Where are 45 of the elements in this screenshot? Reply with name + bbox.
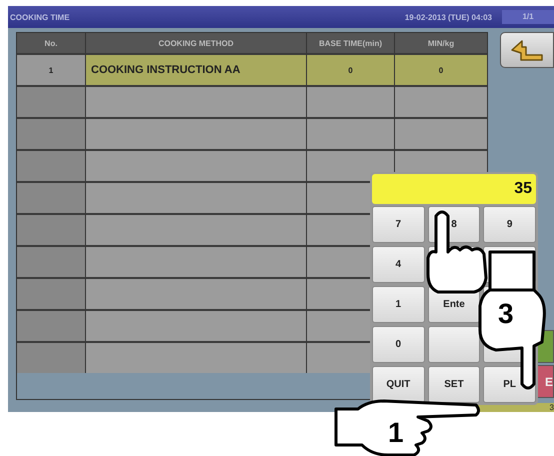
table-cell[interactable] <box>86 117 307 149</box>
keypad-key[interactable] <box>428 326 480 363</box>
table-cell[interactable] <box>395 85 487 117</box>
table-cell[interactable]: 1 <box>17 53 86 85</box>
back-button[interactable] <box>500 32 554 68</box>
keypad-key[interactable]: 4 <box>372 246 425 283</box>
keypad-key[interactable]: 1 <box>372 286 425 323</box>
column-header: COOKING METHOD <box>86 33 307 53</box>
table-cell[interactable] <box>307 85 395 117</box>
page-indicator: 1/1 <box>502 10 554 24</box>
table-cell[interactable] <box>395 117 487 149</box>
date-time: 19-02-2013 (TUE) 04:03 <box>404 12 492 22</box>
table-cell[interactable] <box>17 341 86 373</box>
keypad-key[interactable]: 9 <box>483 206 536 243</box>
table-cell[interactable] <box>307 149 395 181</box>
numeric-display: 35 <box>372 174 536 204</box>
column-header: No. <box>17 33 86 53</box>
column-header: MIN/kg <box>395 33 487 53</box>
column-header: BASE TIME(min) <box>307 33 395 53</box>
table-cell[interactable] <box>17 213 86 245</box>
table-cell[interactable] <box>17 181 86 213</box>
table-cell[interactable]: 0 <box>307 53 395 85</box>
keypad-key[interactable]: QUIT <box>372 366 425 403</box>
table-cell[interactable] <box>86 341 307 373</box>
table-cell[interactable] <box>17 85 86 117</box>
table-cell[interactable] <box>86 85 307 117</box>
table-cell[interactable] <box>86 149 307 181</box>
table-cell[interactable] <box>86 181 307 213</box>
table-cell[interactable] <box>86 277 307 309</box>
table-cell[interactable] <box>86 309 307 341</box>
table-cell[interactable] <box>17 245 86 277</box>
table-cell[interactable]: COOKING INSTRUCTION AA <box>86 53 307 85</box>
screen-title: COOKING TIME <box>10 12 71 22</box>
table-cell[interactable] <box>17 277 86 309</box>
return-arrow-icon <box>510 38 544 62</box>
keypad-key[interactable]: 7 <box>372 206 425 243</box>
table-cell[interactable]: 0 <box>395 53 487 85</box>
keypad-key[interactable]: SET <box>428 366 480 403</box>
table-cell[interactable] <box>17 149 86 181</box>
table-cell[interactable] <box>17 117 86 149</box>
table-cell[interactable] <box>86 245 307 277</box>
table-cell[interactable] <box>86 213 307 245</box>
table-cell[interactable] <box>307 117 395 149</box>
table-cell[interactable] <box>17 309 86 341</box>
keypad-key[interactable]: 0 <box>372 326 425 363</box>
